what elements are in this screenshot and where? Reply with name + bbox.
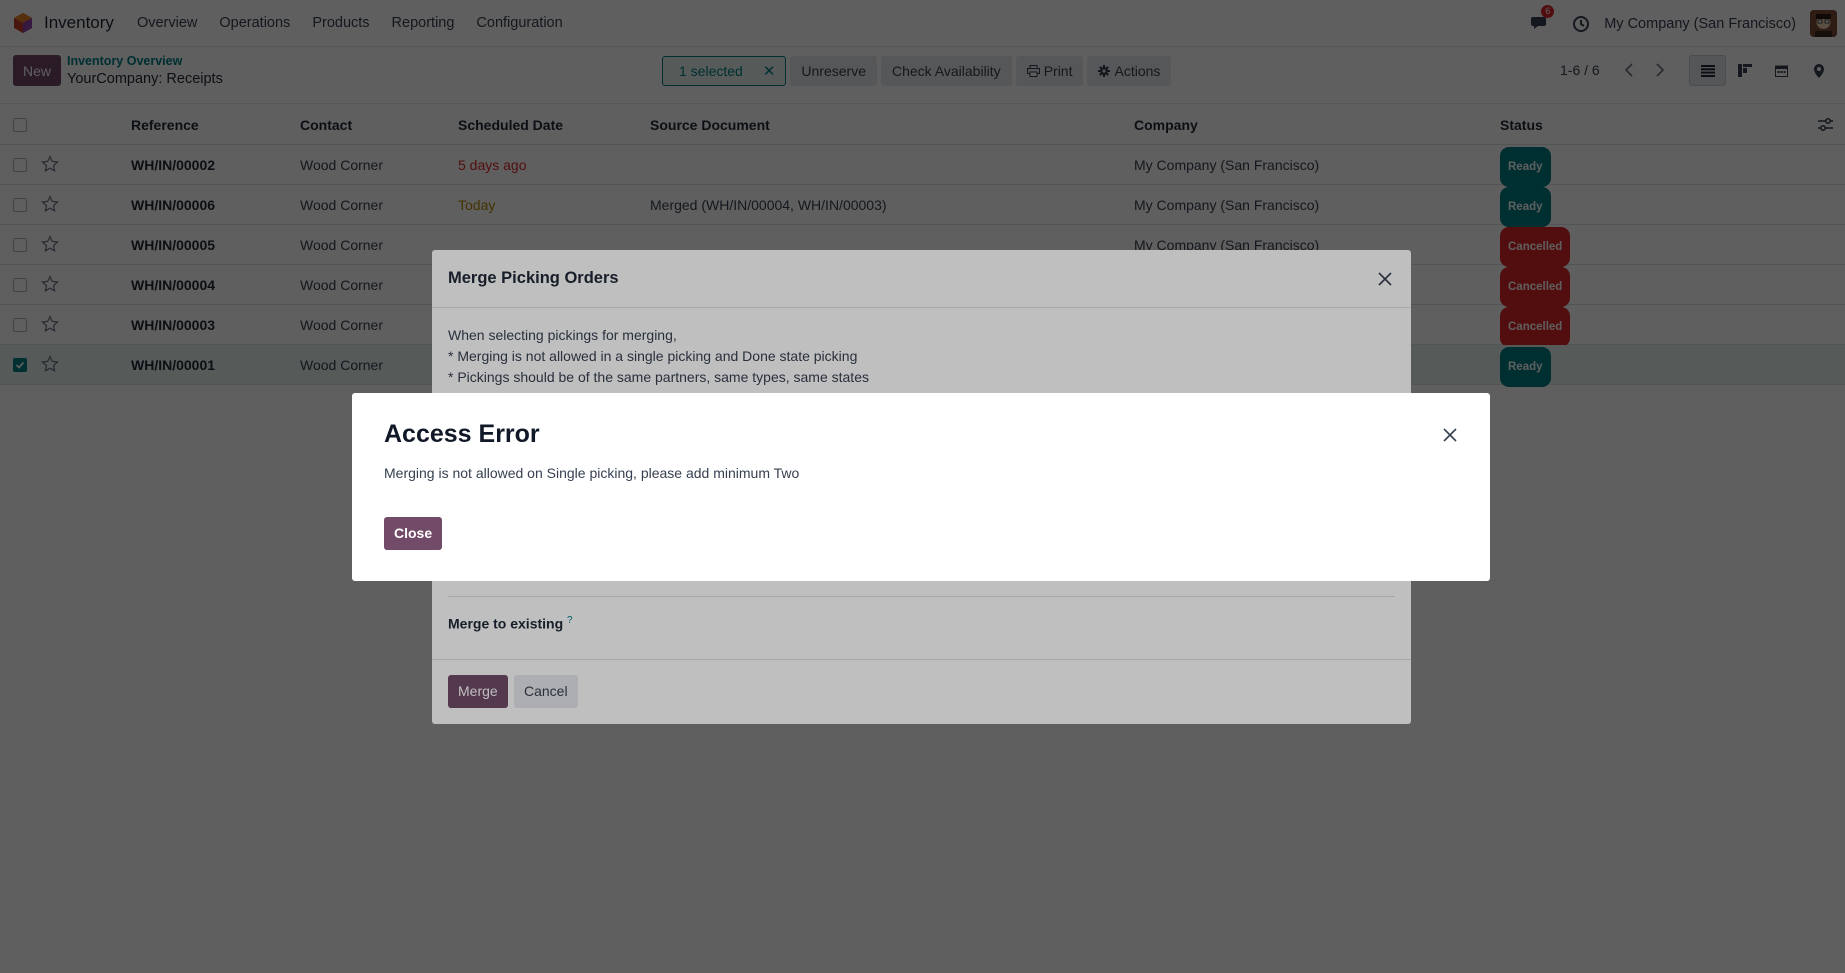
error-message: Merging is not allowed on Single picking… [384, 465, 800, 481]
error-title: Access Error [384, 420, 540, 448]
close-button[interactable]: Close [384, 517, 443, 550]
close-icon[interactable] [1442, 427, 1458, 443]
access-error-dialog: Access Error Merging is not allowed on S… [352, 393, 1490, 581]
